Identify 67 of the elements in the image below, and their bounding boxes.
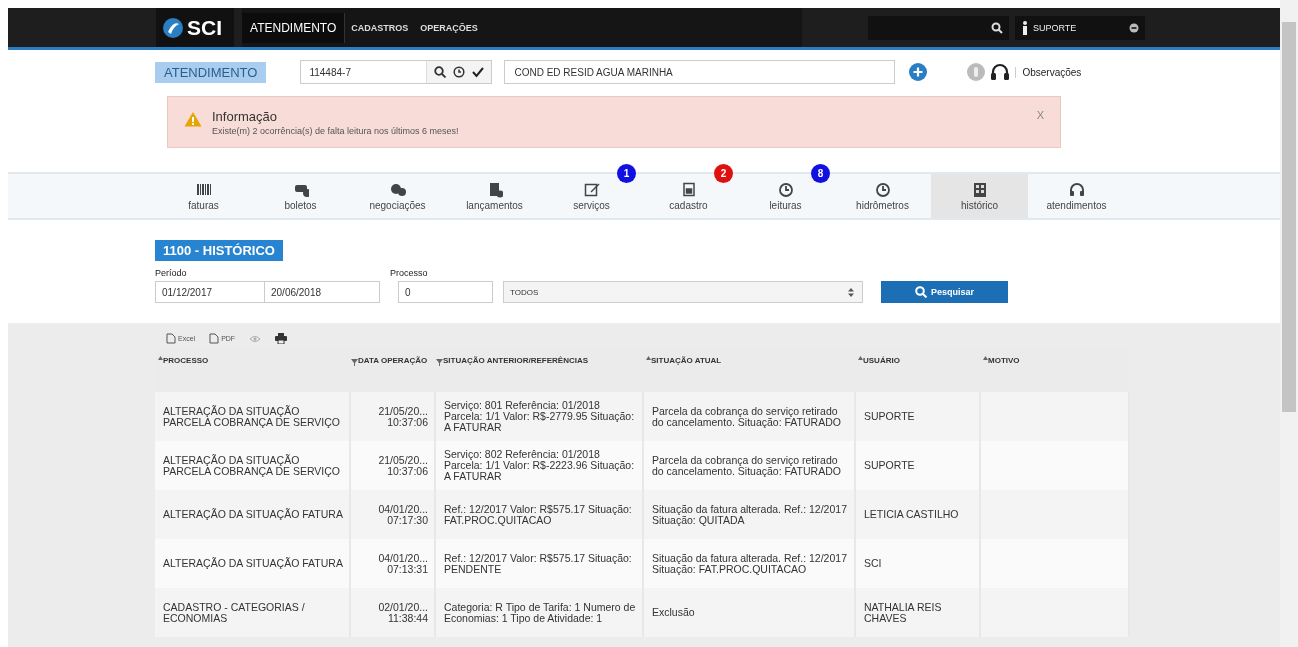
sort-icon <box>858 356 863 360</box>
person-icon <box>1021 20 1029 35</box>
count-badge: 1 <box>617 164 636 183</box>
warning-icon <box>184 111 202 127</box>
table-cell: 02/01/20... 11:38:44 <box>350 588 435 637</box>
user-menu[interactable]: SUPORTE <box>1015 15 1145 40</box>
tab[interactable]: hidrômetros <box>834 174 931 218</box>
date-field[interactable]: 01/12/2017 <box>155 281 265 303</box>
alert-message: Existe(m) 2 ocorrência(s) de falta leitura nos últimos 6 meses! <box>212 126 460 136</box>
tab[interactable]: negociações <box>349 174 446 218</box>
clock-icon <box>874 181 891 198</box>
power-icon <box>1129 22 1139 33</box>
coins-icon <box>389 181 406 198</box>
file-icon <box>166 333 176 344</box>
logo-text: SCI <box>187 15 222 40</box>
tab[interactable]: lançamentos <box>446 174 543 218</box>
section-title: 1100 - HISTÓRICO <box>155 240 283 261</box>
sort-arrows-icon <box>848 287 854 297</box>
table-cell: NATHALIA REIS CHAVES <box>855 588 980 637</box>
filter-icon <box>351 359 358 366</box>
table-cell: Categoria: R Tipo de Tarifa: 1 Numero de Economias: 1 Tipo de Atividade: 1 <box>435 588 643 637</box>
scrollbar[interactable] <box>1280 0 1298 647</box>
table-cell: CADASTRO - CATEGORIAS / ECONOMIAS <box>155 588 350 637</box>
card-icon <box>680 181 697 198</box>
module-label: ATENDIMENTO <box>155 61 267 83</box>
eye-icon <box>249 334 262 343</box>
search-icon <box>434 66 447 78</box>
nav-item[interactable]: OPERAÇÕES <box>414 18 484 37</box>
headset-icon <box>1068 181 1085 198</box>
clock-icon <box>777 181 794 198</box>
logo-icon <box>162 16 184 39</box>
process-select[interactable]: TODOS <box>503 281 863 303</box>
check-icon <box>472 66 485 78</box>
tab[interactable]: boletos <box>252 174 349 218</box>
count-badge: 8 <box>811 164 830 183</box>
sort-icon <box>646 356 651 360</box>
alert-title: Informação <box>212 109 279 124</box>
date-field[interactable]: 20/06/2018 <box>265 281 380 303</box>
tab[interactable]: faturas <box>155 174 252 218</box>
count-badge: 2 <box>714 164 733 183</box>
printer-icon <box>275 333 288 344</box>
nav-item[interactable]: ATENDIMENTO <box>242 12 346 43</box>
sort-icon <box>983 356 988 360</box>
client-name-field[interactable]: COND ED RESID AGUA MARINHA <box>504 60 896 84</box>
search-button[interactable]: Pesquisar <box>881 281 1008 303</box>
search-icon <box>991 21 1003 34</box>
barcode-icon <box>195 181 212 198</box>
nav-item[interactable]: CADASTROS <box>345 18 415 37</box>
filter-icon <box>436 359 443 366</box>
tab[interactable]: atendimentos <box>1028 174 1125 218</box>
notes-link[interactable]: Observações <box>1015 66 1082 78</box>
clock-icon <box>453 66 466 78</box>
search-icon <box>915 286 927 298</box>
user-name: SUPORTE <box>1033 22 1078 33</box>
headset-icon <box>990 63 1011 81</box>
process-code-field[interactable]: 0 <box>398 281 493 303</box>
file-icon <box>209 333 220 344</box>
search-field[interactable] <box>868 15 1009 40</box>
sort-icon <box>158 356 163 360</box>
add-icon <box>909 63 928 81</box>
edit-icon <box>583 181 600 198</box>
table-cell: Exclusão <box>643 588 855 637</box>
field-label: Processo <box>390 268 429 278</box>
grid-icon <box>971 181 988 198</box>
field-label: Período <box>155 268 188 278</box>
tab[interactable]: histórico <box>931 174 1028 218</box>
account-field[interactable]: 114484-7 <box>300 60 493 84</box>
